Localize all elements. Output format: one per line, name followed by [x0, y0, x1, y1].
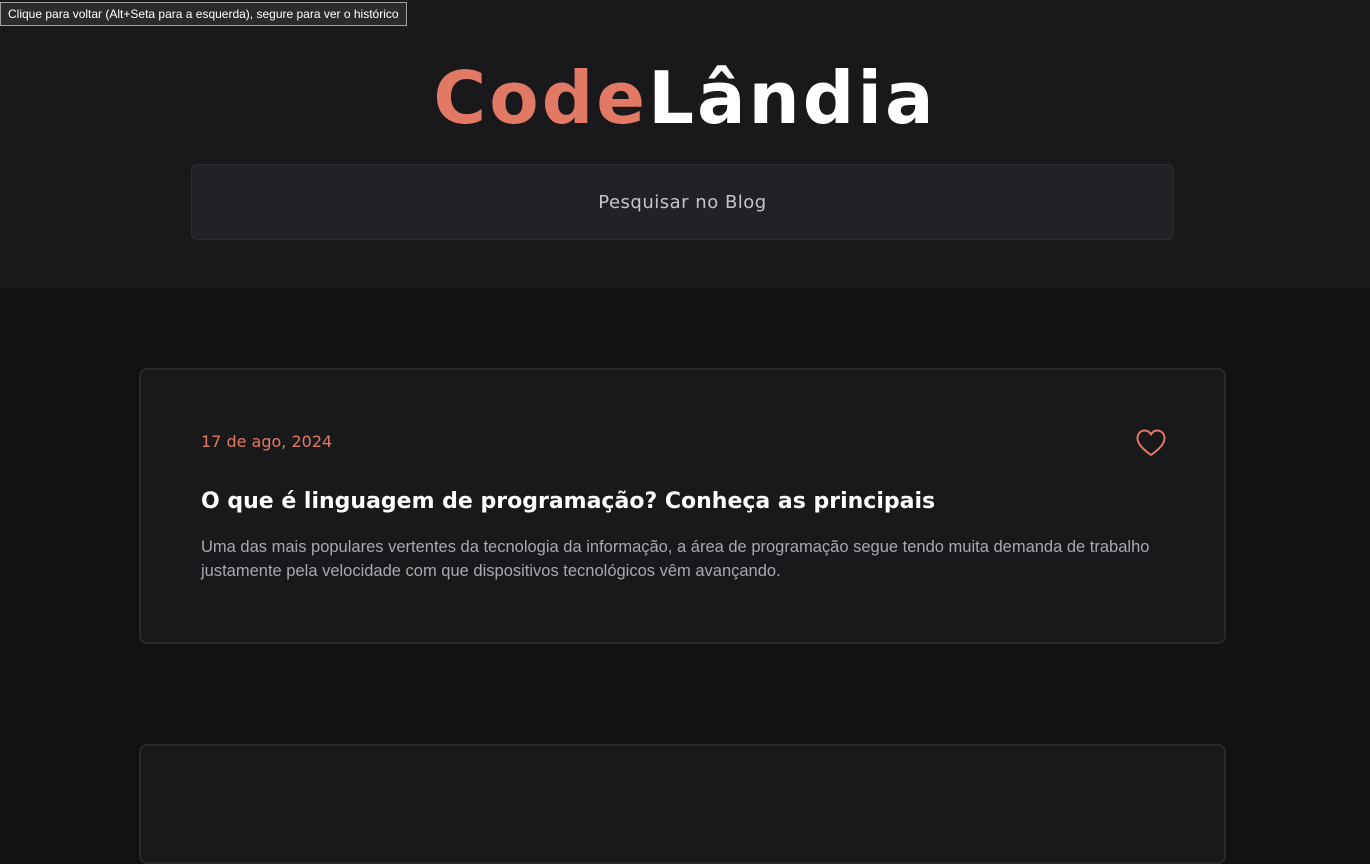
heart-icon[interactable]: [1135, 428, 1167, 458]
search-input[interactable]: Pesquisar no Blog: [191, 164, 1174, 240]
logo-code-text: Code: [433, 56, 649, 140]
blog-header: CodeLândia Pesquisar no Blog: [0, 0, 1370, 288]
browser-tooltip: Clique para voltar (Alt+Seta para a esqu…: [0, 2, 407, 26]
search-placeholder: Pesquisar no Blog: [598, 191, 767, 213]
post-excerpt: Uma das mais populares vertentes da tecn…: [201, 538, 1150, 580]
logo-landia-text: Lândia: [648, 56, 937, 140]
site-logo[interactable]: CodeLândia: [0, 56, 1370, 140]
post-title[interactable]: O que é linguagem de programação? Conheç…: [201, 489, 935, 514]
post-card[interactable]: 17 de ago, 2024 O que é linguagem de pro…: [139, 368, 1226, 644]
post-date: 17 de ago, 2024: [201, 432, 333, 451]
post-card[interactable]: [139, 744, 1226, 864]
